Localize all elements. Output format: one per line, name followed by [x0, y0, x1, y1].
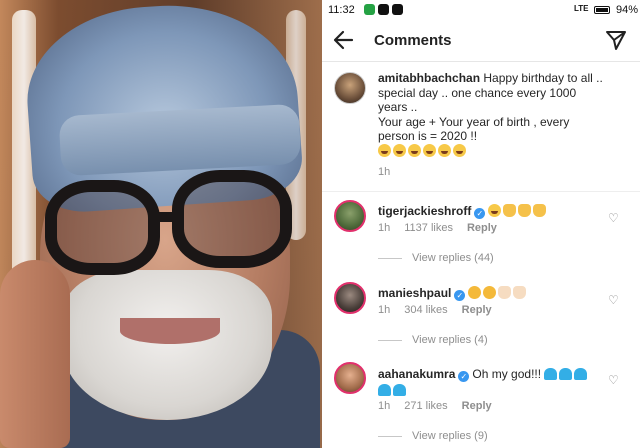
caption-line-5: person is = 2020 !!	[378, 129, 478, 143]
caption-emoji-row	[378, 143, 468, 158]
battery-percent: 94%	[616, 4, 639, 16]
comment-time: 1h	[378, 222, 391, 234]
blue-heart-emoji-icon	[544, 368, 558, 380]
heart-outline-icon[interactable]: ♡	[608, 212, 620, 224]
clapping-emoji-icon	[533, 204, 547, 217]
page-title: Comments	[374, 32, 452, 49]
blue-heart-emoji-icon	[574, 368, 588, 380]
photo-mouth	[120, 318, 220, 344]
comment-meta: 1h 304 likes Reply	[378, 304, 506, 316]
caption-line-3: years ..	[378, 100, 418, 114]
caption-username[interactable]: amitabhbachchan	[378, 71, 480, 85]
avatar[interactable]	[334, 362, 366, 394]
avatar[interactable]	[334, 282, 366, 314]
battery-icon	[594, 6, 610, 14]
heart-outline-icon[interactable]: ♡	[608, 374, 620, 386]
thinking-emoji-icon	[468, 286, 482, 299]
caption-line-1: Happy birthday to all ..	[483, 71, 603, 85]
photo-panel	[0, 0, 322, 448]
caption-line-4: Your age + Your year of birth , every	[378, 114, 570, 129]
photo-glasses-left-lens	[45, 180, 160, 275]
verified-icon: ✓	[454, 290, 466, 301]
status-bar: 11:32 LTE 94%	[322, 0, 640, 22]
comment-text: manieshpaul ✓	[378, 286, 528, 301]
photo-beard	[62, 270, 272, 420]
view-replies-link[interactable]: View replies (44)	[378, 252, 494, 264]
laughing-emoji-icon	[408, 143, 421, 157]
blue-heart-emoji-icon	[393, 384, 406, 396]
comments-header: Comments	[322, 22, 640, 62]
status-time: 11:32	[328, 4, 355, 16]
clapping-emoji-icon	[518, 204, 532, 217]
reply-button[interactable]: Reply	[467, 222, 497, 234]
comment-meta: 1h 271 likes Reply	[378, 400, 506, 412]
reply-button[interactable]: Reply	[462, 400, 492, 412]
ok-hand-emoji-icon	[498, 286, 512, 299]
laughing-emoji-icon	[488, 204, 502, 217]
laughing-emoji-icon	[378, 143, 391, 157]
comment-username[interactable]: aahanakumra	[378, 367, 455, 381]
verified-icon: ✓	[474, 208, 486, 219]
comment-body: Oh my god!!!	[472, 367, 542, 381]
laughing-emoji-icon	[453, 143, 466, 157]
comment-username[interactable]: manieshpaul	[378, 286, 451, 300]
verified-icon: ✓	[458, 371, 470, 382]
caption-line-2: special day .. one chance every 1000	[378, 85, 577, 100]
comment-likes[interactable]: 1137 likes	[404, 222, 453, 234]
thinking-emoji-icon	[483, 286, 497, 299]
paper-plane-icon[interactable]	[604, 28, 628, 52]
blue-heart-emoji-icon	[378, 384, 391, 396]
photo-thumb	[0, 260, 70, 448]
photo-glasses-bridge	[155, 212, 177, 222]
comment-text: aahanakumra ✓ Oh my god!!!	[378, 366, 608, 398]
laughing-emoji-icon	[423, 143, 436, 157]
comment-likes[interactable]: 304 likes	[404, 304, 447, 316]
view-replies-link[interactable]: View replies (9)	[378, 430, 488, 442]
laughing-emoji-icon	[438, 143, 451, 157]
whatsapp-icon	[364, 4, 375, 15]
notification-icon-2	[392, 4, 403, 15]
clapping-emoji-icon	[503, 204, 517, 217]
notification-icon	[378, 4, 389, 15]
network-indicator: LTE	[574, 4, 589, 13]
view-replies-link[interactable]: View replies (4)	[378, 334, 488, 346]
ok-hand-emoji-icon	[513, 286, 527, 299]
comment-text: tigerjackieshroff ✓	[378, 204, 548, 219]
blue-heart-emoji-icon	[559, 368, 573, 380]
laughing-emoji-icon	[393, 143, 406, 157]
comments-screen: 11:32 LTE 94% Comments amitabhbachchan H…	[322, 0, 640, 448]
comment-time: 1h	[378, 400, 391, 412]
post-caption: amitabhbachchan Happy birthday to all ..…	[322, 62, 640, 192]
comment-meta: 1h 1137 likes Reply	[378, 222, 511, 234]
comment-username[interactable]: tigerjackieshroff	[378, 204, 471, 218]
avatar[interactable]	[334, 72, 366, 104]
comment-time: 1h	[378, 304, 391, 316]
photo-cap-fold	[58, 103, 302, 177]
heart-outline-icon[interactable]: ♡	[608, 294, 620, 306]
caption-text: amitabhbachchan Happy birthday to all ..…	[378, 71, 628, 158]
avatar[interactable]	[334, 200, 366, 232]
photo-glasses-right-lens	[172, 170, 292, 268]
screen: 11:32 LTE 94% Comments amitabhbachchan H…	[0, 0, 640, 448]
comment-likes[interactable]: 271 likes	[404, 400, 447, 412]
caption-time: 1h	[378, 166, 391, 178]
reply-button[interactable]: Reply	[462, 304, 492, 316]
arrow-left-icon[interactable]	[332, 26, 360, 54]
